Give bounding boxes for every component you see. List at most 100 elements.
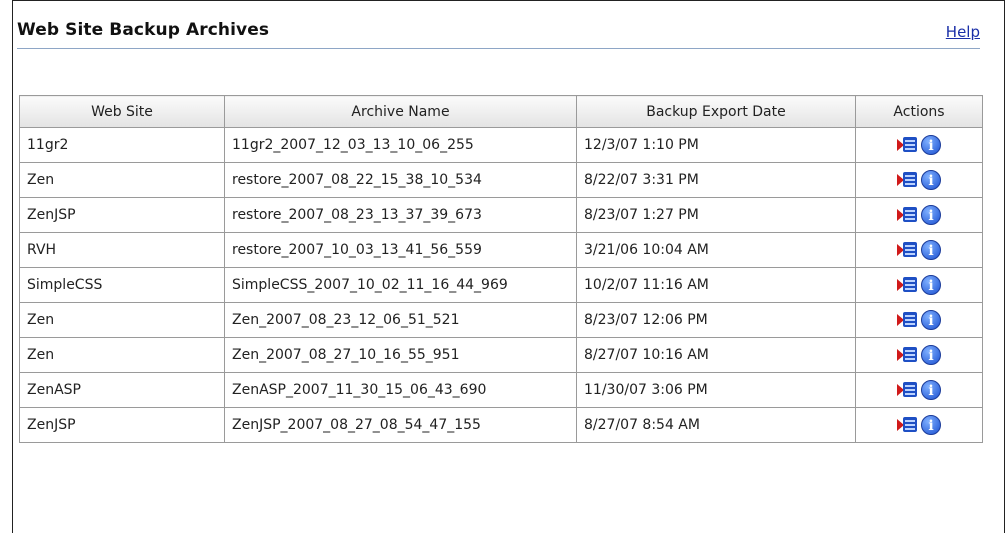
cell-actions: i: [855, 372, 983, 408]
info-icon[interactable]: i: [921, 135, 941, 155]
cell-archive-name: 11gr2_2007_12_03_13_10_06_255: [224, 127, 577, 163]
cell-archive-name: restore_2007_08_23_13_37_39_673: [224, 197, 577, 233]
info-icon[interactable]: i: [921, 240, 941, 260]
export-icon[interactable]: [897, 170, 919, 190]
sheet-line: [905, 148, 915, 150]
export-icon[interactable]: [897, 415, 919, 435]
table-row: ZenJSP restore_2007_08_23_13_37_39_673 8/2…: [19, 197, 983, 233]
info-icon[interactable]: i: [921, 415, 941, 435]
sheet-line: [905, 218, 915, 220]
sheet-line: [905, 284, 915, 286]
cell-backup-export-date: 8/27/07 8:54 AM: [576, 407, 856, 443]
sheet-line: [905, 354, 915, 356]
sheet-line: [905, 144, 915, 146]
table-header-row: Web Site Archive Name Backup Export Date…: [19, 95, 983, 128]
cell-backup-export-date: 10/2/07 11:16 AM: [576, 267, 856, 303]
cell-archive-name: Zen_2007_08_27_10_16_55_951: [224, 337, 577, 373]
cell-archive-name: SimpleCSS_2007_10_02_11_16_44_969: [224, 267, 577, 303]
sheet-line: [905, 140, 915, 142]
sheet-line: [905, 315, 915, 317]
export-icon[interactable]: [897, 240, 919, 260]
export-icon[interactable]: [897, 380, 919, 400]
page-header: Web Site Backup Archives Help: [17, 20, 980, 49]
table-row: RVH restore_2007_10_03_13_41_56_559 3/21/0…: [19, 232, 983, 268]
sheet-line: [905, 389, 915, 391]
sheet-line: [905, 323, 915, 325]
sheet-line: [905, 420, 915, 422]
sheet-line: [905, 350, 915, 352]
cell-actions: i: [855, 302, 983, 338]
export-icon[interactable]: [897, 345, 919, 365]
sheet-line: [905, 424, 915, 426]
table-row: Zen restore_2007_08_22_15_38_10_534 8/22/0…: [19, 162, 983, 198]
sheet-line: [905, 249, 915, 251]
cell-web-site: ZenASP: [19, 372, 225, 408]
cell-actions: i: [855, 337, 983, 373]
cell-backup-export-date: 12/3/07 1:10 PM: [576, 127, 856, 163]
export-icon[interactable]: [897, 275, 919, 295]
table-row: Zen Zen_2007_08_23_12_06_51_521 8/23/07 12…: [19, 302, 983, 338]
column-header-backup-export-date[interactable]: Backup Export Date: [576, 95, 856, 128]
help-link[interactable]: Help: [946, 23, 980, 41]
sheet-line: [905, 210, 915, 212]
cell-backup-export-date: 11/30/07 3:06 PM: [576, 372, 856, 408]
sheet-line: [905, 214, 915, 216]
sheet-line: [905, 183, 915, 185]
cell-backup-export-date: 3/21/06 10:04 AM: [576, 232, 856, 268]
cell-archive-name: restore_2007_08_22_15_38_10_534: [224, 162, 577, 198]
cell-actions: i: [855, 162, 983, 198]
cell-backup-export-date: 8/27/07 10:16 AM: [576, 337, 856, 373]
cell-web-site: Zen: [19, 337, 225, 373]
cell-web-site: ZenJSP: [19, 407, 225, 443]
info-icon[interactable]: i: [921, 275, 941, 295]
cell-backup-export-date: 8/23/07 1:27 PM: [576, 197, 856, 233]
sheet-line: [905, 385, 915, 387]
cell-web-site: Zen: [19, 162, 225, 198]
sheet-line: [905, 358, 915, 360]
sheet-line: [905, 280, 915, 282]
info-icon[interactable]: i: [921, 205, 941, 225]
sheet-line: [905, 428, 915, 430]
cell-backup-export-date: 8/23/07 12:06 PM: [576, 302, 856, 338]
column-header-archive-name[interactable]: Archive Name: [224, 95, 577, 128]
table-row: ZenASP ZenASP_2007_11_30_15_06_43_690 11/3…: [19, 372, 983, 408]
sheet-line: [905, 179, 915, 181]
cell-archive-name: ZenASP_2007_11_30_15_06_43_690: [224, 372, 577, 408]
cell-archive-name: restore_2007_10_03_13_41_56_559: [224, 232, 577, 268]
table-row: Zen Zen_2007_08_27_10_16_55_951 8/27/07 10…: [19, 337, 983, 373]
table-row: SimpleCSS SimpleCSS_2007_10_02_11_16_44_9…: [19, 267, 983, 303]
cell-web-site: 11gr2: [19, 127, 225, 163]
info-icon[interactable]: i: [921, 170, 941, 190]
table-body: 11gr2 11gr2_2007_12_03_13_10_06_255 12/3/0…: [19, 127, 983, 443]
cell-actions: i: [855, 267, 983, 303]
cell-actions: i: [855, 407, 983, 443]
cell-web-site: Zen: [19, 302, 225, 338]
sheet-line: [905, 288, 915, 290]
cell-web-site: SimpleCSS: [19, 267, 225, 303]
cell-archive-name: ZenJSP_2007_08_27_08_54_47_155: [224, 407, 577, 443]
info-icon[interactable]: i: [921, 310, 941, 330]
table-row: 11gr2 11gr2_2007_12_03_13_10_06_255 12/3/0…: [19, 127, 983, 163]
cell-web-site: ZenJSP: [19, 197, 225, 233]
table-row: ZenJSP ZenJSP_2007_08_27_08_54_47_155 8/27…: [19, 407, 983, 443]
export-icon[interactable]: [897, 135, 919, 155]
sheet-line: [905, 253, 915, 255]
export-icon[interactable]: [897, 310, 919, 330]
cell-actions: i: [855, 127, 983, 163]
page-title: Web Site Backup Archives: [17, 20, 270, 40]
export-icon[interactable]: [897, 205, 919, 225]
cell-actions: i: [855, 197, 983, 233]
archives-table: Web Site Archive Name Backup Export Date…: [19, 95, 983, 443]
column-header-web-site[interactable]: Web Site: [19, 95, 225, 128]
sheet-line: [905, 245, 915, 247]
info-icon[interactable]: i: [921, 380, 941, 400]
sheet-line: [905, 393, 915, 395]
cell-actions: i: [855, 232, 983, 268]
sheet-line: [905, 175, 915, 177]
column-header-actions: Actions: [855, 95, 983, 128]
cell-backup-export-date: 8/22/07 3:31 PM: [576, 162, 856, 198]
sheet-line: [905, 319, 915, 321]
info-icon[interactable]: i: [921, 345, 941, 365]
cell-archive-name: Zen_2007_08_23_12_06_51_521: [224, 302, 577, 338]
cell-web-site: RVH: [19, 232, 225, 268]
